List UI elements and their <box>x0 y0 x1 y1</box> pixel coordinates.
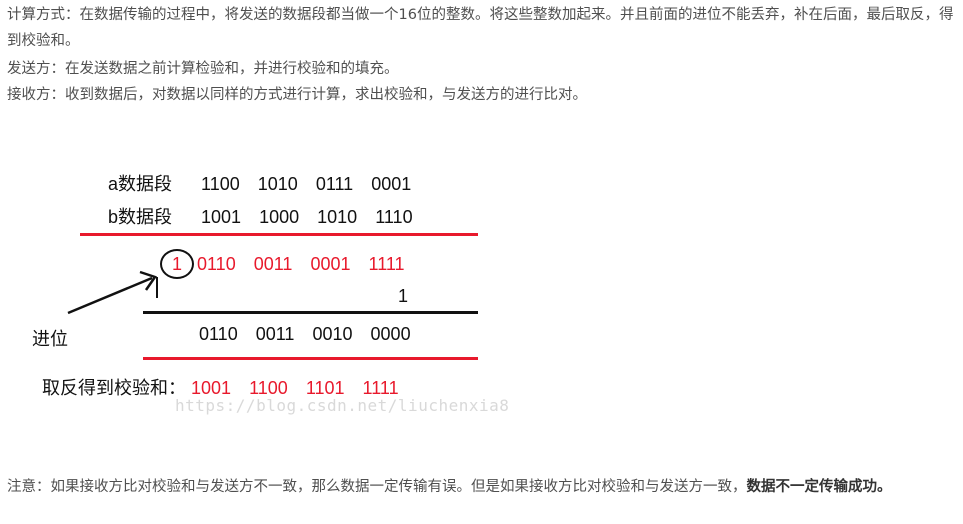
result-nibble: 0000 <box>370 324 411 344</box>
result-row: 0110 0011 0010 0000 <box>199 324 424 345</box>
note-text: 注意：如果接收方比对校验和与发送方不一致，那么数据一定传输有误。但是如果接收方比… <box>7 479 747 495</box>
checksum-label: 取反得到校验和： <box>42 378 186 398</box>
checksum-values: 1001 1100 1101 1111 <box>191 378 412 398</box>
note-bold: 数据不一定传输成功。 <box>746 479 892 495</box>
watermark: https://blog.csdn.net/liuchenxia8 <box>175 396 510 415</box>
result-nibble: 0010 <box>312 324 353 344</box>
red-divider-2 <box>143 357 478 360</box>
carry-label: 进位 <box>32 329 68 349</box>
result-nibble: 0011 <box>255 324 295 344</box>
note-paragraph: 注意：如果接收方比对校验和与发送方不一致，那么数据一定传输有误。但是如果接收方比… <box>7 474 957 500</box>
black-divider <box>143 311 478 314</box>
result-nibble: 0110 <box>199 324 238 344</box>
carry-arrow <box>67 270 158 315</box>
